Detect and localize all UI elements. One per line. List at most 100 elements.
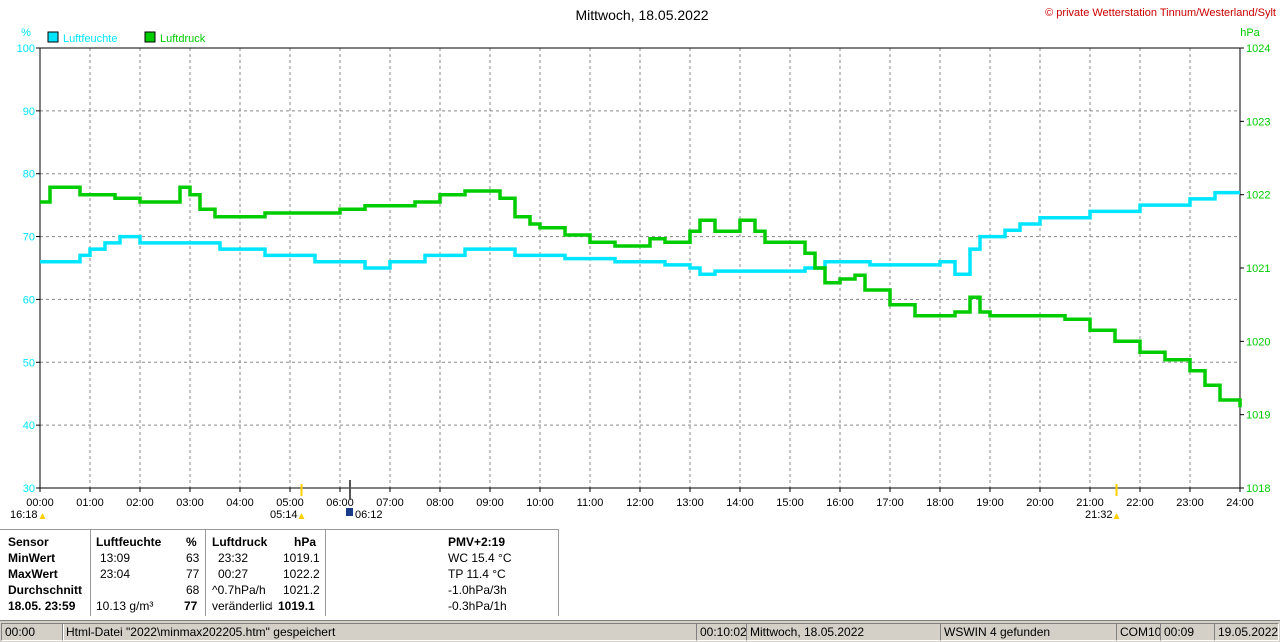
- x-tick-label: 01:00: [76, 497, 104, 509]
- sunset-label: 21:32: [1085, 509, 1113, 520]
- right-tick-label: 1021: [1246, 263, 1270, 275]
- x-tick-label: 03:00: [176, 497, 204, 509]
- table-divider: [205, 530, 206, 616]
- legend-swatch: [47, 31, 59, 43]
- chart-title: Mittwoch, 18.05.2022: [575, 7, 708, 23]
- left-tick-label: 60: [23, 294, 35, 306]
- now-label: 06:12: [355, 509, 383, 520]
- table-divider: [0, 529, 559, 530]
- right-tick-label: 1018: [1246, 483, 1270, 495]
- left-tick-label: 90: [23, 106, 35, 118]
- x-tick-label: 04:00: [226, 497, 254, 509]
- x-tick-label: 19:00: [976, 497, 1004, 509]
- row-extra: -1.0hPa/3h: [448, 583, 507, 597]
- sunset-icon: [1113, 513, 1120, 519]
- status-device: WSWIN 4 gefunden: [940, 623, 1117, 641]
- left-tick-label: 40: [23, 420, 35, 432]
- row-pressure-value: 1019.1: [283, 551, 320, 565]
- row-humidity-value: 68: [186, 583, 200, 597]
- row-humidity-value: 63: [186, 551, 200, 565]
- row-extra: TP 11.4 °C: [448, 567, 506, 581]
- row-label: 18.05. 23:59: [8, 599, 76, 613]
- header-humidity-unit: %: [186, 535, 197, 549]
- sunrise-icon: [298, 513, 305, 519]
- x-tick-label: 17:00: [876, 497, 904, 509]
- row-humidity-time: 23:04: [100, 567, 131, 581]
- row-extra: -0.3hPa/1h: [448, 599, 507, 613]
- header-pressure-unit: hPa: [294, 535, 317, 549]
- sunrise-label: 05:14: [270, 509, 298, 520]
- row-humidity-value: 77: [184, 599, 198, 613]
- row-label: Durchschnitt: [8, 583, 83, 597]
- left-axis-unit: %: [21, 27, 31, 39]
- row-pressure-time: 00:27: [218, 567, 249, 581]
- row-humidity-time: 13:09: [100, 551, 131, 565]
- x-tick-label: 24:00: [1226, 497, 1254, 509]
- left-tick-label: 80: [23, 169, 35, 181]
- header-pmv: PMV+2:19: [448, 535, 506, 549]
- header-pressure: Luftdruck: [212, 535, 268, 549]
- legend-swatch: [144, 31, 156, 43]
- right-axis-unit: hPa: [1240, 27, 1260, 39]
- row-extra: WC 15.4 °C: [448, 551, 512, 565]
- status-date-short: 19.05.2022: [1214, 623, 1279, 641]
- status-port: COM10: [1116, 623, 1161, 641]
- trend-down-icon: ↓: [268, 598, 274, 612]
- left-tick-label: 70: [23, 232, 35, 244]
- moonrise-icon: [39, 513, 46, 519]
- table-divider: [558, 530, 559, 616]
- status-file: Html-Datei "2022\minmax202205.htm" gespe…: [62, 623, 697, 641]
- header-humidity: Luftfeuchte: [96, 535, 162, 549]
- row-pressure-value: 1019.1: [278, 599, 315, 613]
- x-tick-label: 20:00: [1026, 497, 1054, 509]
- row-humidity-time: 10.13 g/m³: [96, 599, 154, 613]
- row-pressure-time: ^0.7hPa/h: [212, 583, 266, 597]
- right-tick-label: 1024: [1246, 43, 1270, 55]
- row-label: MaxWert: [8, 567, 58, 581]
- right-tick-label: 1022: [1246, 190, 1270, 202]
- right-tick-label: 1020: [1246, 336, 1270, 348]
- left-tick-label: 30: [23, 483, 35, 495]
- chart: Mittwoch, 18.05.2022 © private Wetterstat…: [10, 7, 1276, 520]
- chart-credit: © private Wetterstation Tinnum/Westerlan…: [1045, 7, 1276, 19]
- legend-label: Luftfeuchte: [63, 33, 117, 45]
- legend-label: Luftdruck: [160, 33, 206, 45]
- right-tick-label: 1023: [1246, 116, 1270, 128]
- row-pressure-time: veränderlich: [212, 599, 272, 613]
- x-tick-label: 02:00: [126, 497, 154, 509]
- x-tick-label: 13:00: [676, 497, 704, 509]
- x-tick-label: 21:00: [1076, 497, 1104, 509]
- x-tick-label: 00:00: [26, 497, 54, 509]
- row-label: MinWert: [8, 551, 56, 565]
- table-divider: [325, 530, 326, 616]
- x-tick-label: 11:00: [577, 497, 604, 509]
- row-humidity-value: 77: [186, 567, 200, 581]
- x-tick-label: 18:00: [926, 497, 954, 509]
- status-bar: 00:00 Html-Datei "2022\minmax202205.htm"…: [0, 620, 1280, 642]
- now-icon: [346, 508, 353, 516]
- left-tick-label: 50: [23, 357, 35, 369]
- table-divider: [90, 530, 91, 616]
- row-pressure-time: 23:32: [218, 551, 249, 565]
- x-tick-label: 05:00: [276, 497, 304, 509]
- x-tick-label: 23:00: [1176, 497, 1204, 509]
- row-pressure-value: 1021.2: [283, 583, 320, 597]
- moonrise-label: 16:18: [10, 509, 38, 520]
- header-sensor: Sensor: [8, 535, 49, 549]
- x-tick-label: 14:00: [726, 497, 754, 509]
- x-tick-label: 10:00: [526, 497, 554, 509]
- status-clock: 00:09: [1160, 623, 1215, 641]
- status-duration: 00:10:02: [696, 623, 747, 641]
- x-tick-label: 22:00: [1126, 497, 1154, 509]
- row-pressure-value: 1022.2: [283, 567, 320, 581]
- status-time: 00:00: [1, 623, 64, 641]
- left-tick-label: 100: [17, 43, 35, 55]
- x-tick-label: 12:00: [626, 497, 654, 509]
- x-tick-label: 09:00: [476, 497, 504, 509]
- x-tick-label: 16:00: [826, 497, 854, 509]
- x-tick-label: 08:00: [426, 497, 454, 509]
- x-tick-label: 07:00: [376, 497, 404, 509]
- x-tick-label: 15:00: [776, 497, 804, 509]
- right-tick-label: 1019: [1246, 410, 1270, 422]
- status-date-long: Mittwoch, 18.05.2022: [746, 623, 941, 641]
